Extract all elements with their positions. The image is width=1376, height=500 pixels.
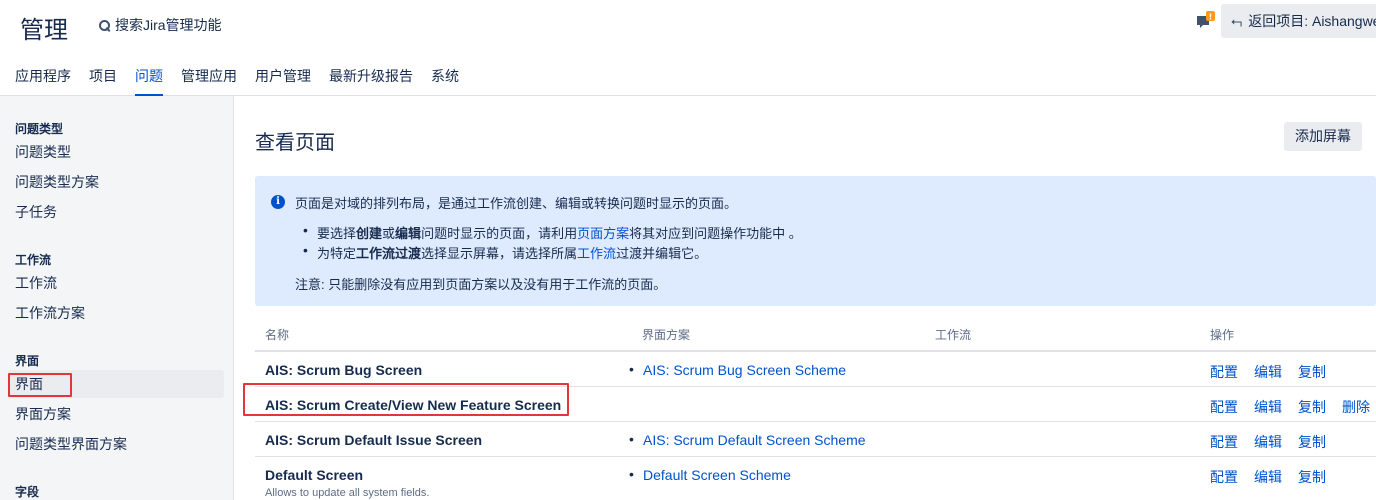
screens-highlight-box xyxy=(8,373,72,397)
delete-link[interactable]: 删除 xyxy=(1342,397,1370,417)
tab-upgrade-report[interactable]: 最新升级报告 xyxy=(329,66,422,96)
edit-link[interactable]: 编辑 xyxy=(1254,467,1282,487)
configure-link[interactable]: 配置 xyxy=(1210,397,1238,417)
col-header-name: 名称 xyxy=(265,328,290,342)
row-operations: 配置 编辑 复制 xyxy=(1210,467,1326,487)
col-header-screen-scheme: 界面方案 xyxy=(642,328,691,342)
row-operations: 配置 编辑 复制 xyxy=(1210,432,1326,452)
row-operations: 配置 编辑 复制 删除 xyxy=(1210,397,1370,417)
screen-schemes-link[interactable]: 页面方案 xyxy=(577,226,629,241)
main-content: 查看页面 添加屏幕 i 页面是对域的排列布局，是通过工作流创建、编辑或转换问题时… xyxy=(235,96,1376,500)
sidebar-item-workflows[interactable]: 工作流 xyxy=(8,269,224,297)
screen-name: AIS: Scrum Default Issue Screen xyxy=(265,432,483,448)
sidebar-group-screens: 界面 xyxy=(15,354,40,368)
back-arrow-icon: ⮢ xyxy=(1231,12,1243,29)
edit-link[interactable]: 编辑 xyxy=(1254,397,1282,417)
admin-search[interactable]: 搜索Jira管理功能 xyxy=(98,15,222,35)
feedback-badge: ! xyxy=(1209,13,1213,22)
tab-user-management[interactable]: 用户管理 xyxy=(255,66,320,96)
info-bullet-workflow: 为特定工作流过渡选择显示屏幕，请选择所属工作流过渡并编辑它。 xyxy=(303,242,707,262)
tab-issues[interactable]: 问题 xyxy=(135,66,172,96)
admin-title: 管理 xyxy=(20,16,68,44)
configure-link[interactable]: 配置 xyxy=(1210,467,1238,487)
feedback-icon[interactable]: ! xyxy=(1195,11,1217,31)
screen-name: Default Screen xyxy=(265,467,364,483)
top-header: 管理 搜索Jira管理功能 ! ⮢ 返回项目: Aishangwe 应用程序 项… xyxy=(0,0,1376,96)
page-title: 查看页面 xyxy=(255,130,335,154)
configure-link[interactable]: 配置 xyxy=(1210,432,1238,452)
info-icon: i xyxy=(271,195,285,209)
row-operations: 配置 编辑 复制 xyxy=(1210,362,1326,382)
screen-name: AIS: Scrum Bug Screen xyxy=(265,362,423,378)
copy-link[interactable]: 复制 xyxy=(1298,362,1326,382)
edit-link[interactable]: 编辑 xyxy=(1254,432,1282,452)
back-button-label: 返回项目: Aishangwe xyxy=(1248,13,1376,29)
info-message: i 页面是对域的排列布局，是通过工作流创建、编辑或转换问题时显示的页面。 要选择… xyxy=(255,176,1376,306)
sidebar-item-subtasks[interactable]: 子任务 xyxy=(8,198,224,226)
screen-scheme-link[interactable]: Default Screen Scheme xyxy=(629,466,791,483)
admin-sidebar: 问题类型 问题类型 问题类型方案 子任务 工作流 工作流 工作流方案 界面 界面… xyxy=(0,96,234,500)
table-row: AIS: Scrum Default Issue Screen AIS: Scr… xyxy=(255,422,1376,457)
tab-projects[interactable]: 项目 xyxy=(89,66,126,96)
search-label: 搜索Jira管理功能 xyxy=(115,17,222,33)
copy-link[interactable]: 复制 xyxy=(1298,467,1326,487)
sidebar-item-issue-type-screen-schemes[interactable]: 问题类型界面方案 xyxy=(8,430,224,458)
info-note: 注意: 只能删除没有应用到页面方案以及没有用于工作流的页面。 xyxy=(295,277,667,292)
configure-link[interactable]: 配置 xyxy=(1210,362,1238,382)
sidebar-item-issue-types[interactable]: 问题类型 xyxy=(8,138,224,166)
add-screen-button[interactable]: 添加屏幕 xyxy=(1284,122,1362,151)
tab-system[interactable]: 系统 xyxy=(431,66,468,96)
sidebar-group-issue-types: 问题类型 xyxy=(15,122,64,136)
workflows-link[interactable]: 工作流 xyxy=(577,246,616,261)
search-icon xyxy=(98,19,111,32)
sidebar-group-fields: 字段 xyxy=(15,485,40,499)
back-to-project-button[interactable]: ⮢ 返回项目: Aishangwe xyxy=(1221,4,1376,38)
edit-link[interactable]: 编辑 xyxy=(1254,362,1282,382)
sidebar-item-screen-schemes[interactable]: 界面方案 xyxy=(8,400,224,428)
screen-scheme-link[interactable]: AIS: Scrum Bug Screen Scheme xyxy=(629,361,846,378)
table-row: Default Screen Allows to update all syst… xyxy=(255,457,1376,500)
col-header-workflow: 工作流 xyxy=(935,328,972,342)
col-header-operations: 操作 xyxy=(1210,328,1235,342)
tab-applications[interactable]: 应用程序 xyxy=(15,66,80,96)
copy-link[interactable]: 复制 xyxy=(1298,397,1326,417)
sidebar-item-workflow-schemes[interactable]: 工作流方案 xyxy=(8,299,224,327)
sidebar-item-issue-type-schemes[interactable]: 问题类型方案 xyxy=(8,168,224,196)
info-bullet-create-edit: 要选择创建或编辑问题时显示的页面，请利用页面方案将其对应到问题操作功能中 。 xyxy=(303,222,802,242)
sidebar-group-workflows: 工作流 xyxy=(15,253,52,267)
screen-scheme-link[interactable]: AIS: Scrum Default Screen Scheme xyxy=(629,431,866,448)
screen-description: Allows to update all system fields. xyxy=(265,487,430,499)
table-row: AIS: Scrum Bug Screen AIS: Scrum Bug Scr… xyxy=(255,352,1376,387)
info-intro-text: 页面是对域的排列布局，是通过工作流创建、编辑或转换问题时显示的页面。 xyxy=(295,196,738,211)
feature-screen-highlight-box xyxy=(243,383,569,416)
copy-link[interactable]: 复制 xyxy=(1298,432,1326,452)
admin-nav-tabs: 应用程序 项目 问题 管理应用 用户管理 最新升级报告 系统 xyxy=(15,66,477,96)
tab-manage-apps[interactable]: 管理应用 xyxy=(181,66,246,96)
